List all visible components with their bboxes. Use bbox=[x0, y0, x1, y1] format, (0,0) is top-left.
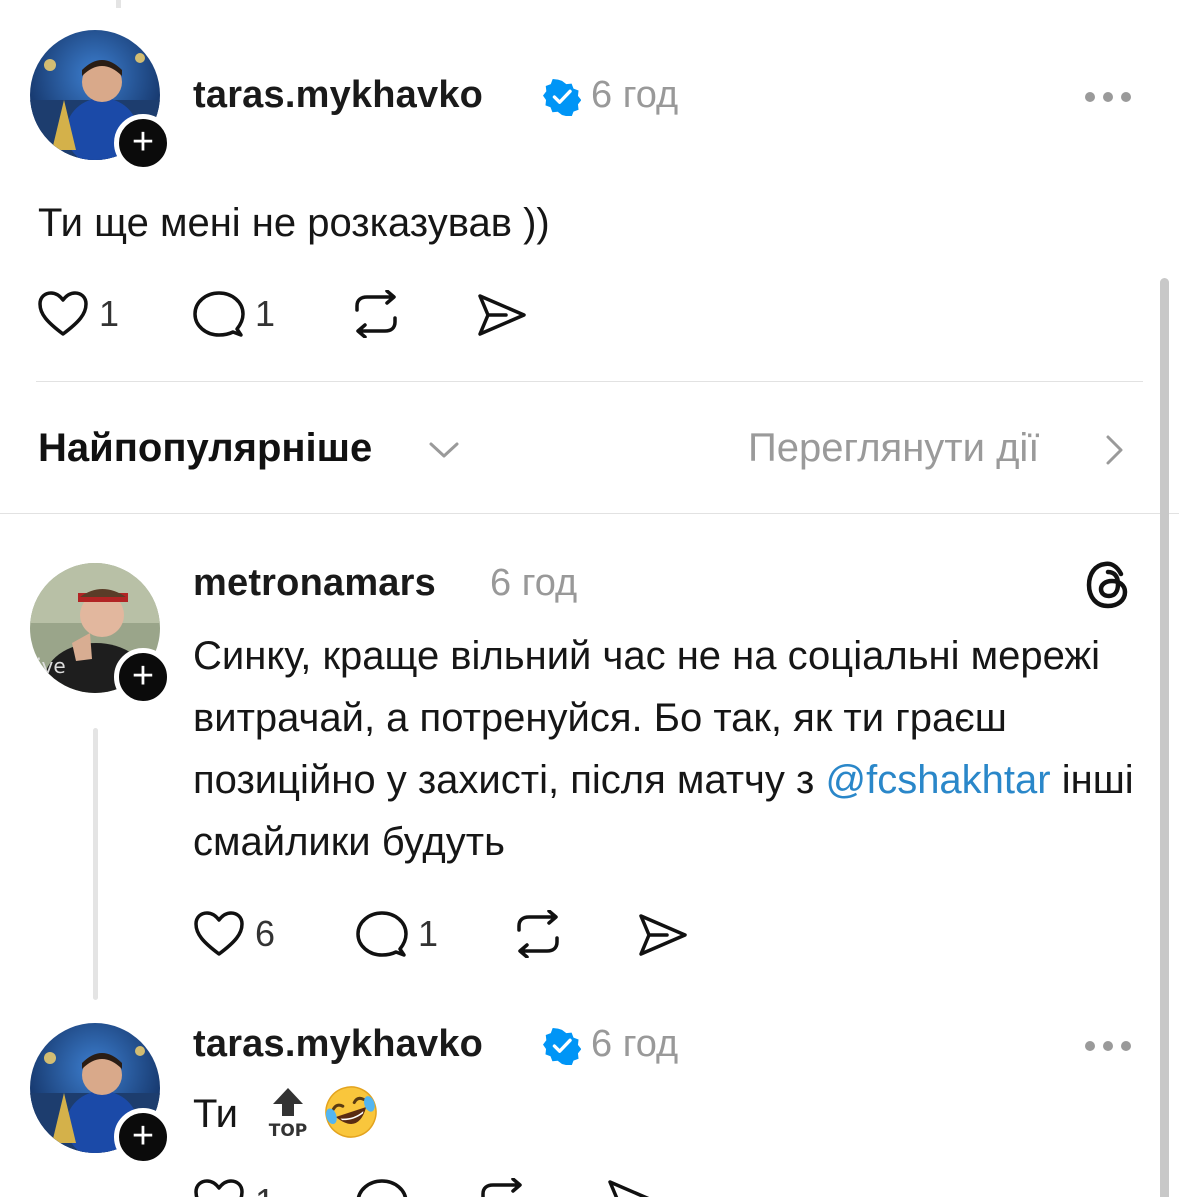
share-icon[interactable] bbox=[606, 1178, 658, 1197]
plus-icon: + bbox=[131, 121, 155, 163]
post-time: 6 год bbox=[591, 74, 679, 116]
comment-time: 6 год bbox=[591, 1023, 679, 1065]
view-activity-link[interactable]: Переглянути дії bbox=[748, 426, 1039, 471]
post-text: Ти ще мені не розказував )) bbox=[38, 201, 550, 245]
divider bbox=[0, 513, 1179, 514]
laughing-emoji bbox=[325, 1086, 377, 1138]
reply-count: 1 bbox=[255, 293, 276, 334]
chevron-down-icon[interactable] bbox=[428, 440, 460, 460]
svg-text:TOP: TOP bbox=[269, 1121, 308, 1140]
comment-username[interactable]: taras.mykhavko bbox=[193, 1023, 483, 1066]
like-button[interactable]: 1 bbox=[37, 290, 119, 338]
post-username[interactable]: taras.mykhavko bbox=[193, 74, 483, 117]
threads-logo-icon[interactable] bbox=[1085, 560, 1131, 610]
plus-icon: + bbox=[131, 1115, 155, 1157]
more-icon[interactable] bbox=[1085, 1041, 1131, 1051]
like-button[interactable]: 1 bbox=[193, 1178, 275, 1197]
repost-icon[interactable] bbox=[349, 290, 403, 338]
share-icon[interactable] bbox=[637, 912, 689, 958]
follow-button[interactable]: + bbox=[114, 648, 172, 706]
reply-button[interactable]: 1 bbox=[193, 290, 275, 338]
comment-text: Синку, краще вільний час не на соціальні… bbox=[193, 625, 1143, 873]
comment-icon bbox=[356, 1179, 408, 1197]
top-arrow-emoji: TOP bbox=[269, 1088, 308, 1140]
comment-time: 6 год bbox=[490, 562, 578, 604]
comment-username[interactable]: metronamars bbox=[193, 562, 436, 605]
like-count: 6 bbox=[255, 913, 276, 954]
like-count: 1 bbox=[255, 1181, 275, 1197]
svg-text:ive: ive bbox=[36, 654, 66, 678]
heart-icon bbox=[38, 291, 88, 336]
like-count: 1 bbox=[99, 293, 120, 334]
reply-button[interactable]: 1 bbox=[356, 910, 438, 958]
follow-button[interactable]: + bbox=[114, 1108, 172, 1166]
sort-dropdown[interactable]: Найпопулярніше bbox=[38, 426, 372, 471]
more-icon[interactable] bbox=[1085, 92, 1131, 102]
like-button[interactable]: 6 bbox=[193, 910, 275, 958]
share-icon[interactable] bbox=[476, 292, 528, 338]
thread-line bbox=[93, 728, 98, 1000]
scrollbar[interactable] bbox=[1160, 278, 1169, 1197]
comment-text: Ти bbox=[193, 1092, 239, 1136]
heart-icon bbox=[194, 1179, 244, 1197]
reply-count: 1 bbox=[418, 913, 439, 954]
mention-link[interactable]: @fcshakhtar bbox=[825, 758, 1050, 802]
chevron-right-icon[interactable] bbox=[1104, 434, 1126, 466]
divider bbox=[36, 381, 1143, 382]
comment-icon bbox=[193, 291, 245, 337]
repost-icon[interactable] bbox=[511, 910, 565, 958]
verified-icon bbox=[543, 1028, 581, 1065]
follow-button[interactable]: + bbox=[114, 114, 172, 172]
plus-icon: + bbox=[131, 655, 155, 697]
reply-button[interactable] bbox=[356, 1178, 408, 1197]
heart-icon bbox=[194, 911, 244, 956]
thread-line-top bbox=[116, 0, 121, 8]
repost-icon[interactable] bbox=[475, 1178, 529, 1197]
comment-icon bbox=[356, 911, 408, 957]
verified-icon bbox=[543, 79, 581, 116]
